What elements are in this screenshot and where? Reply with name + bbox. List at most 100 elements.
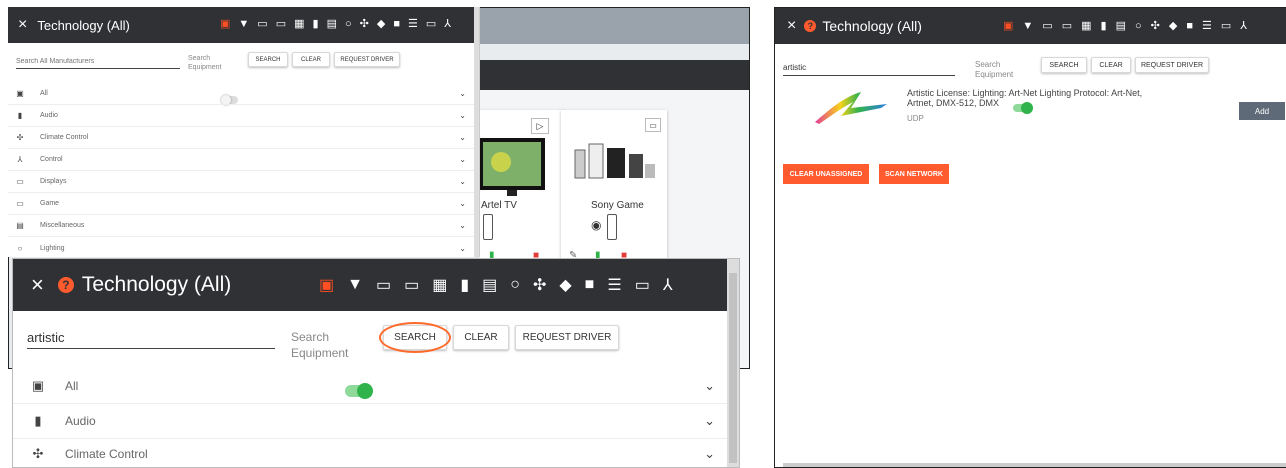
clear-unassigned-button[interactable]: CLEAR UNASSIGNED xyxy=(783,164,869,184)
help-icon[interactable]: ? xyxy=(57,277,74,293)
game-icon[interactable]: ▭ xyxy=(426,17,436,30)
search-input[interactable] xyxy=(16,55,180,69)
category-label: Audio xyxy=(40,112,58,119)
film-icon[interactable]: ▦ xyxy=(1081,19,1091,32)
scrollbar-thumb[interactable] xyxy=(729,273,737,463)
category-row-all[interactable]: ▣ All ⌄ xyxy=(8,83,479,105)
list-icon[interactable]: ☰ xyxy=(408,17,418,30)
fan-icon[interactable]: ✣ xyxy=(533,275,546,295)
search-input[interactable] xyxy=(783,60,955,76)
all-icon: ▣ xyxy=(16,89,24,98)
all-icon[interactable]: ▣ xyxy=(319,275,334,295)
search-button[interactable]: SEARCH xyxy=(248,52,288,67)
projector-icon[interactable]: ▭ xyxy=(276,17,286,30)
film-icon[interactable]: ▦ xyxy=(294,17,304,30)
search-button[interactable]: SEARCH xyxy=(1041,57,1087,73)
category-row-misc[interactable]: ▤ Miscellaneous ⌄ xyxy=(8,215,479,237)
all-icon[interactable]: ▣ xyxy=(1003,19,1013,32)
fan-icon[interactable]: ✣ xyxy=(1151,19,1160,32)
category-row-climate[interactable]: ✣ Climate Control ⌄ xyxy=(13,439,739,467)
network-icon[interactable]: ⅄ xyxy=(663,275,673,295)
plug-icon[interactable]: ▼ xyxy=(347,276,363,294)
category-row-control[interactable]: ⅄ Control ⌄ xyxy=(8,149,479,171)
misc-icon[interactable]: ▤ xyxy=(327,17,337,30)
projector-icon[interactable]: ▭ xyxy=(1062,19,1072,32)
panel-title: Technology (All) xyxy=(822,18,922,34)
display-icon[interactable]: ▭ xyxy=(1042,19,1052,32)
camera-icon[interactable]: ■ xyxy=(393,18,400,30)
network-icon[interactable]: ⅄ xyxy=(444,17,451,30)
display-icon[interactable]: ▭ xyxy=(257,17,267,30)
lightbulb-icon[interactable]: ○ xyxy=(1135,20,1142,32)
clear-button[interactable]: CLEAR xyxy=(1091,57,1131,73)
audio-bars-icon[interactable]: ▮ xyxy=(313,17,319,30)
category-row-lighting[interactable]: ○ Lighting ⌄ xyxy=(8,237,479,257)
category-label: Miscellaneous xyxy=(40,222,85,229)
lightbulb-icon[interactable]: ○ xyxy=(510,276,520,294)
network-icon: ⅄ xyxy=(17,155,23,164)
list-icon[interactable]: ☰ xyxy=(1202,19,1212,32)
request-driver-button[interactable]: REQUEST DRIVER xyxy=(1135,57,1209,73)
category-row-displays[interactable]: ▭ Displays ⌄ xyxy=(8,171,479,193)
audio-bars-icon[interactable]: ▮ xyxy=(1101,19,1107,32)
category-label: Climate Control xyxy=(40,134,89,141)
category-row-all[interactable]: ▣ All ⌄ xyxy=(13,369,739,404)
tech-filter-icons: ▣ ▼ ▭ ▭ ▦ ▮ ▤ ○ ✣ ◆ ■ ☰ ▭ ⅄ xyxy=(220,17,451,31)
category-row-audio[interactable]: ▮ Audio ⌄ xyxy=(13,404,739,439)
game-icon[interactable]: ▭ xyxy=(1221,19,1231,32)
device-name: Sony Game xyxy=(591,200,644,211)
security-icon[interactable]: ◆ xyxy=(377,17,385,30)
misc-icon[interactable]: ▤ xyxy=(482,275,497,295)
request-driver-button[interactable]: REQUEST DRIVER xyxy=(515,325,619,350)
display-icon[interactable]: ▭ xyxy=(376,275,391,295)
game-badge-icon: ▭ xyxy=(645,118,661,132)
close-icon[interactable]: × xyxy=(787,17,796,35)
category-label: All xyxy=(65,379,79,393)
device-name: Artel TV xyxy=(481,200,517,211)
camera-icon[interactable]: ■ xyxy=(585,276,595,294)
result-row[interactable]: Artistic License: Lighting: Art-Net Ligh… xyxy=(775,86,1286,138)
camera-icon[interactable]: ■ xyxy=(1186,20,1193,32)
audio-bars-icon[interactable]: ▮ xyxy=(460,275,469,295)
search-equipment-label: Search Equipment xyxy=(975,60,1014,79)
misc-icon[interactable]: ▤ xyxy=(1116,19,1126,32)
close-icon[interactable]: × xyxy=(18,16,27,34)
technology-panel-small: × Technology (All) ▣ ▼ ▭ ▭ ▦ ▮ ▤ ○ ✣ ◆ ■… xyxy=(8,7,480,257)
list-icon[interactable]: ☰ xyxy=(607,275,621,295)
background-topbar xyxy=(479,8,749,44)
scan-network-button[interactable]: SCAN NETWORK xyxy=(879,164,949,184)
security-icon[interactable]: ◆ xyxy=(559,275,571,295)
help-icon[interactable]: ? xyxy=(804,20,817,32)
game-icon[interactable]: ▭ xyxy=(635,275,650,295)
chevron-down-icon: ⌄ xyxy=(459,243,466,253)
category-row-game[interactable]: ▭ Game ⌄ xyxy=(8,193,479,215)
film-icon[interactable]: ▦ xyxy=(432,275,447,295)
category-row-climate[interactable]: ✣ Climate Control ⌄ xyxy=(8,127,479,149)
network-icon[interactable]: ⅄ xyxy=(1240,19,1247,32)
all-icon[interactable]: ▣ xyxy=(220,17,230,30)
add-button[interactable]: Add xyxy=(1239,102,1285,120)
close-icon[interactable]: × xyxy=(31,272,44,298)
plug-icon[interactable]: ▼ xyxy=(238,18,249,30)
device-card-artel-tv[interactable]: ▷ Artel TV xyxy=(479,110,565,260)
search-equipment-label: Search Equipment xyxy=(188,55,222,71)
scrollbar[interactable] xyxy=(474,7,479,257)
category-row-audio[interactable]: ▮ Audio ⌄ xyxy=(8,105,479,127)
search-input[interactable] xyxy=(27,327,275,349)
chevron-down-icon: ⌄ xyxy=(459,199,466,208)
horizontal-scrollbar[interactable] xyxy=(783,463,1286,467)
projector-icon[interactable]: ▭ xyxy=(404,275,419,295)
audio-bars-icon: ▮ xyxy=(17,111,23,120)
fan-icon: ✣ xyxy=(16,133,24,142)
category-label: All xyxy=(40,90,48,97)
security-icon[interactable]: ◆ xyxy=(1169,19,1177,32)
plug-icon[interactable]: ▼ xyxy=(1022,20,1033,32)
lightbulb-icon[interactable]: ○ xyxy=(345,18,352,30)
fan-icon[interactable]: ✣ xyxy=(360,17,369,30)
device-card-sony-game[interactable]: ▭ Sony Game ◉ ✎ ▮ ■ xyxy=(561,110,667,261)
clear-button[interactable]: CLEAR xyxy=(292,52,330,67)
search-equipment-label: Search Equipment xyxy=(291,330,349,360)
category-list: ▣ All ⌄ ▮ Audio ⌄ ✣ Climate Control ⌄ ⅄ … xyxy=(8,83,479,257)
clear-button[interactable]: CLEAR xyxy=(453,325,509,350)
request-driver-button[interactable]: REQUEST DRIVER xyxy=(334,52,400,67)
